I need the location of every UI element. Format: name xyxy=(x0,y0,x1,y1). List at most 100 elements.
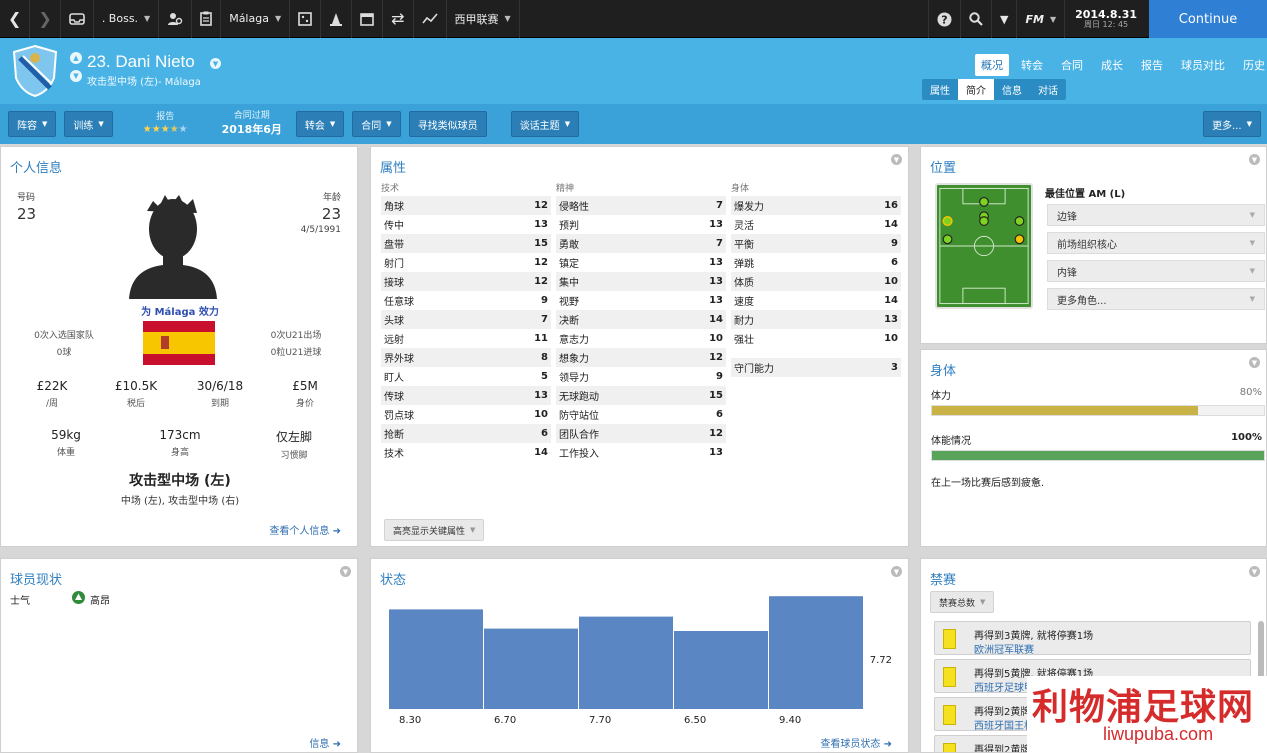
role-label: 内锋 xyxy=(1057,267,1077,279)
panel-options-icon[interactable]: ▼ xyxy=(1249,357,1260,368)
chevron-down-icon: ▼ xyxy=(42,120,48,128)
league-dropdown[interactable]: 西甲联赛 ▼ xyxy=(447,0,520,38)
more-button[interactable]: 更多... ▼ xyxy=(1203,111,1261,137)
fm-menu[interactable]: FM ▼ xyxy=(1017,0,1066,38)
training-cone-icon[interactable] xyxy=(321,0,353,38)
info-link[interactable]: 信息 ➜ xyxy=(309,735,341,750)
contract-expiry-value: 2018年6月 xyxy=(221,122,282,136)
role-advanced-playmaker[interactable]: 前场组织核心 ▼ xyxy=(1047,232,1265,254)
view-profile-link[interactable]: 查看个人信息 ➜ xyxy=(269,522,341,537)
subtab-profile[interactable]: 简介 xyxy=(958,79,994,100)
talk-topic-button[interactable]: 谈话主题 ▼ xyxy=(510,111,580,137)
squad-button[interactable]: 阵容 ▼ xyxy=(8,111,57,137)
mental-header: 精神 xyxy=(556,184,575,194)
player-header: ▲ ▼ 23. Dani Nieto ▼ 攻击型中场 (左)- Málaga 概… xyxy=(0,38,1267,104)
clipboard-icon[interactable] xyxy=(192,0,222,38)
transfers-icon[interactable]: ⇄ xyxy=(383,0,414,38)
attr-name: 镇定 xyxy=(559,259,579,270)
panel-options-icon[interactable]: ▼ xyxy=(891,566,902,577)
club-dropdown[interactable]: Málaga ▼ xyxy=(221,0,291,38)
tab-compare[interactable]: 球员对比 xyxy=(1175,54,1231,76)
forward-arrow-icon[interactable]: ❯ xyxy=(30,0,61,38)
role-label: 边锋 xyxy=(1057,211,1077,223)
technical-list: 角球 12 传中 13 盘带 15 射门 12 接球 12 任意球 9 头球 7 远射 11 界… xyxy=(381,196,551,462)
date-text: 2014.8.31 xyxy=(1075,7,1138,21)
attr-value: 13 xyxy=(709,276,723,287)
weight-stat: 59kg 体重 xyxy=(31,428,101,458)
panel-title: 个人信息 xyxy=(10,161,63,176)
attr-value: 13 xyxy=(709,219,723,230)
attr-row: 角球 12 xyxy=(381,196,551,215)
attr-name: 罚点球 xyxy=(384,411,414,422)
attr-name: 集中 xyxy=(559,278,579,289)
form-bar[interactable] xyxy=(769,596,863,709)
stat-value: 仅左脚 xyxy=(275,430,312,444)
star-icon: ★ xyxy=(142,124,152,136)
manager-dropdown[interactable]: . Boss. ▼ xyxy=(94,0,160,38)
form-bar[interactable] xyxy=(579,616,673,709)
role-inside-forward[interactable]: 内锋 ▼ xyxy=(1047,260,1265,282)
highlight-key-attributes-button[interactable]: 高亮显示关键属性 ▼ xyxy=(384,519,485,541)
attr-name: 强壮 xyxy=(734,335,754,346)
contract-button[interactable]: 合同 ▼ xyxy=(352,111,401,137)
transfer-button[interactable]: 转会 ▼ xyxy=(295,111,345,137)
panel-options-icon[interactable]: ▼ xyxy=(340,566,351,577)
suspension-filter-button[interactable]: 禁赛总数 ▼ xyxy=(930,591,995,613)
role-winger[interactable]: 边锋 ▼ xyxy=(1047,204,1265,226)
player-status-panel: 球员现状 ▼ 士气 高昂 信息 ➜ xyxy=(0,558,358,753)
attr-row: 体质 10 xyxy=(731,272,901,291)
subtab-attributes[interactable]: 属性 xyxy=(922,79,958,100)
role-label: 更多角色... xyxy=(1057,295,1107,307)
tab-overview[interactable]: 概况 xyxy=(975,54,1009,76)
star-icon: ★ xyxy=(151,124,161,136)
link-text: 查看个人信息 xyxy=(269,526,330,537)
form-bar[interactable] xyxy=(674,631,768,709)
form-bar[interactable] xyxy=(484,628,578,709)
find-similar-button[interactable]: 寻找类似球员 xyxy=(408,111,487,137)
tab-report[interactable]: 报告 xyxy=(1135,54,1169,76)
panel-options-icon[interactable]: ▼ xyxy=(1249,154,1260,165)
view-form-link[interactable]: 查看球员状态 ➜ xyxy=(820,735,892,750)
tactics-icon[interactable] xyxy=(290,0,322,38)
calendar-icon[interactable] xyxy=(352,0,384,38)
ban-competition[interactable]: 西班牙国王杯 xyxy=(974,717,1034,732)
tab-history[interactable]: 历史 xyxy=(1237,54,1267,76)
back-arrow-icon[interactable]: ❮ xyxy=(0,0,31,38)
contract-expiry: 合同过期 2018年6月 xyxy=(222,111,282,137)
staff-icon[interactable] xyxy=(159,0,193,38)
tab-development[interactable]: 成长 xyxy=(1095,54,1129,76)
tab-contract[interactable]: 合同 xyxy=(1055,54,1089,76)
tab-transfer[interactable]: 转会 xyxy=(1015,54,1049,76)
search-dropdown-chevron-icon[interactable]: ▼ xyxy=(992,0,1018,38)
chevron-down-icon: ▼ xyxy=(1249,295,1255,303)
subtab-talk[interactable]: 对话 xyxy=(1030,79,1066,100)
ban-text: 再得到3黄牌, 就将停赛1场 xyxy=(974,631,1094,642)
game-date[interactable]: 2014.8.31 周日 12: 45 xyxy=(1065,0,1147,38)
search-icon[interactable] xyxy=(961,0,992,38)
plays-for-link[interactable]: 为 Málaga 效力 xyxy=(1,303,359,318)
subtab-info[interactable]: 信息 xyxy=(994,79,1030,100)
player-menu-chevron-icon[interactable]: ▼ xyxy=(210,58,221,69)
form-bar[interactable] xyxy=(389,609,483,709)
continue-button[interactable]: Continue xyxy=(1149,0,1267,38)
report-rating[interactable]: 报告 ★★★★★ xyxy=(143,112,188,137)
panel-title: 状态 xyxy=(380,573,407,588)
stats-chart-icon[interactable] xyxy=(414,0,447,38)
ban-item[interactable]: 再得到3黄牌, 就将停赛1场 欧洲冠军联赛 xyxy=(934,621,1251,656)
form-bar-label: 6.70 xyxy=(494,715,516,726)
next-player-icon[interactable]: ▼ xyxy=(70,70,82,82)
role-more[interactable]: 更多角色... ▼ xyxy=(1047,288,1265,310)
morale-up-icon xyxy=(72,591,85,604)
stat-label: 身价 xyxy=(295,399,314,409)
panel-options-icon[interactable]: ▼ xyxy=(891,154,902,165)
help-icon[interactable]: ? xyxy=(928,0,961,38)
ban-competition[interactable]: 欧洲冠军联赛 xyxy=(974,641,1034,656)
attr-row: 视野 13 xyxy=(556,291,726,310)
attr-name: 盯人 xyxy=(384,373,404,384)
training-button[interactable]: 训练 ▼ xyxy=(64,111,113,137)
inbox-icon[interactable] xyxy=(61,0,94,38)
attr-name: 界外球 xyxy=(384,354,414,365)
prev-player-icon[interactable]: ▲ xyxy=(70,52,82,64)
panel-options-icon[interactable]: ▼ xyxy=(1249,566,1260,577)
ban-text: 再得到2黄牌 xyxy=(974,707,1031,718)
